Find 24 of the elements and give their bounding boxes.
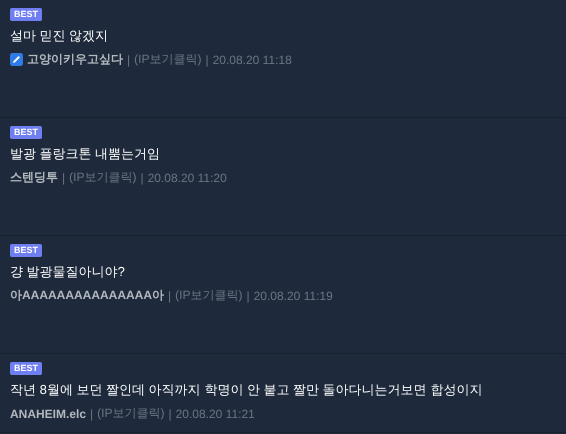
separator: |	[62, 170, 66, 184]
comment-text: 작년 8월에 보던 짤인데 아직까지 학명이 안 붙고 짤만 돌아다니는거보면 합성이지	[10, 381, 482, 399]
author-name[interactable]: 스텐딩투	[10, 169, 58, 186]
comment-text: 발광 플랑크톤 내뿜는거임	[10, 145, 160, 163]
separator: |	[90, 406, 94, 420]
best-badge: BEST	[10, 8, 42, 21]
best-badge: BEST	[10, 362, 42, 375]
post-time: 20.08.20 11:18	[212, 52, 292, 66]
author-name[interactable]: 고양이키우고싶다	[27, 51, 123, 68]
best-badge: BEST	[10, 244, 42, 257]
post-time: 20.08.20 11:21	[176, 406, 255, 420]
post-time: 20.08.20 11:20	[148, 170, 227, 184]
comment-text: 걍 발광물질아니야?	[10, 263, 125, 281]
separator: |	[246, 288, 250, 302]
author-name[interactable]: 아AAAAAAAAAAAAAAA아	[10, 287, 164, 304]
separator: |	[168, 406, 172, 420]
separator: |	[205, 52, 209, 66]
comment-text: 설마 믿진 않겠지	[10, 27, 108, 45]
best-badge: BEST	[10, 126, 42, 139]
separator: |	[168, 288, 172, 302]
author-name[interactable]: ANAHEIM.elc	[10, 406, 86, 420]
separator: |	[127, 52, 130, 66]
post-time: 20.08.20 11:19	[254, 288, 333, 302]
separator: |	[140, 170, 144, 184]
